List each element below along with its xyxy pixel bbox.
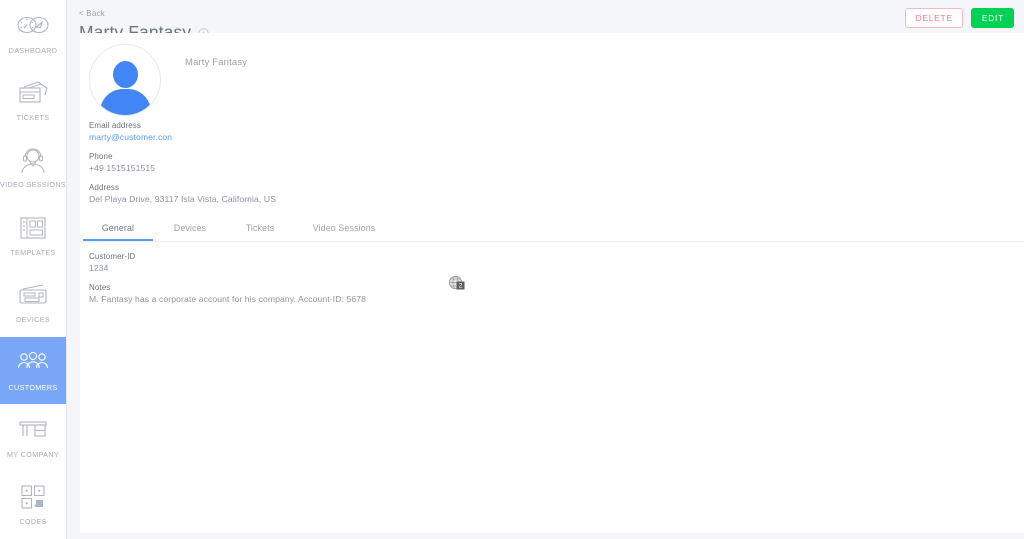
field-address: Address Del Playa Drive, 93117 Isla Vist…	[89, 182, 1024, 205]
tab-general[interactable]: General	[83, 222, 153, 241]
my-company-desk-icon	[17, 417, 49, 447]
sidebar-item-label: CUSTOMERS	[8, 382, 58, 392]
devices-printer-icon	[17, 282, 49, 312]
sidebar: DASHBOARD TICKETS VIDEO SESSIONS TEMPLAT…	[0, 0, 67, 539]
address-value: Del Playa Drive, 93117 Isla Vista, Calif…	[89, 194, 277, 204]
templates-grid-icon	[18, 215, 48, 245]
detail-tabs: General Devices Tickets Video Sessions	[80, 222, 1024, 242]
customers-people-icon	[16, 350, 50, 380]
sidebar-item-label: CODES	[19, 517, 47, 527]
tab-video-sessions[interactable]: Video Sessions	[295, 222, 393, 241]
sidebar-item-templates[interactable]: TEMPLATES	[0, 202, 66, 269]
sidebar-item-video-sessions[interactable]: VIDEO SESSIONS	[0, 135, 66, 202]
globe-badge-cursor-icon: 2	[448, 275, 466, 293]
main-area: < Back Marty Fantasy DELETE EDIT Marty F…	[67, 0, 1024, 539]
sidebar-item-label: VIDEO SESSIONS	[0, 180, 67, 190]
header-actions: DELETE EDIT	[904, 8, 1014, 28]
field-notes: Notes M. Fantasy has a corporate account…	[89, 282, 1024, 305]
sidebar-item-label: DASHBOARD	[8, 45, 58, 55]
back-link[interactable]: < Back	[79, 9, 105, 19]
tickets-icon	[17, 80, 49, 110]
sidebar-item-label: TICKETS	[16, 113, 50, 123]
email-value[interactable]: marty@customer.con	[89, 131, 1024, 143]
app-root: DASHBOARD TICKETS VIDEO SESSIONS TEMPLAT…	[0, 0, 1024, 539]
sidebar-item-customers[interactable]: CUSTOMERS	[0, 336, 66, 405]
sidebar-item-tickets[interactable]: TICKETS	[0, 67, 66, 134]
profile-header: Marty Fantasy	[80, 33, 1024, 116]
field-customer-id: Customer-ID 1234	[89, 251, 1024, 274]
svg-text:2: 2	[459, 283, 463, 290]
field-phone: Phone +49 1515151515	[89, 151, 1024, 174]
contact-info: Email address marty@customer.con Phone +…	[80, 116, 1024, 205]
notes-value: M. Fantasy has a corporate account for h…	[89, 294, 367, 304]
customer-detail-card: Marty Fantasy Email address marty@custom…	[80, 33, 1024, 533]
edit-button[interactable]: EDIT	[970, 8, 1014, 28]
field-label: Address	[89, 183, 120, 192]
phone-value: +49 1515151515	[89, 163, 156, 173]
headset-agent-icon	[18, 147, 48, 177]
tab-tickets[interactable]: Tickets	[225, 222, 295, 241]
profile-name: Marty Fantasy	[185, 57, 248, 68]
avatar-body	[100, 89, 151, 115]
sidebar-item-label: MY COMPANY	[7, 449, 59, 459]
field-label: Email address	[89, 121, 141, 130]
field-label: Notes	[89, 283, 111, 292]
page-header: < Back Marty Fantasy DELETE EDIT	[67, 0, 1024, 42]
user-avatar-icon	[89, 44, 161, 116]
dashboard-gauge-icon	[16, 13, 50, 43]
sidebar-item-label: TEMPLATES	[10, 247, 56, 257]
tab-devices[interactable]: Devices	[155, 222, 225, 241]
field-label: Customer-ID	[89, 252, 136, 261]
delete-button[interactable]: DELETE	[904, 8, 963, 28]
field-email: Email address marty@customer.con	[89, 120, 1024, 143]
avatar-head	[113, 61, 138, 88]
sidebar-item-my-company[interactable]: MY COMPANY	[0, 404, 66, 471]
customer-id-value: 1234	[89, 263, 109, 273]
sidebar-item-codes[interactable]: CODES	[0, 472, 66, 539]
field-label: Phone	[89, 152, 113, 161]
general-tab-panel: Customer-ID 1234 Notes M. Fantasy has a …	[80, 242, 1024, 305]
sidebar-item-devices[interactable]: DEVICES	[0, 270, 66, 337]
sidebar-item-label: DEVICES	[15, 315, 50, 325]
codes-qr-icon	[20, 484, 46, 514]
sidebar-item-dashboard[interactable]: DASHBOARD	[0, 0, 66, 67]
